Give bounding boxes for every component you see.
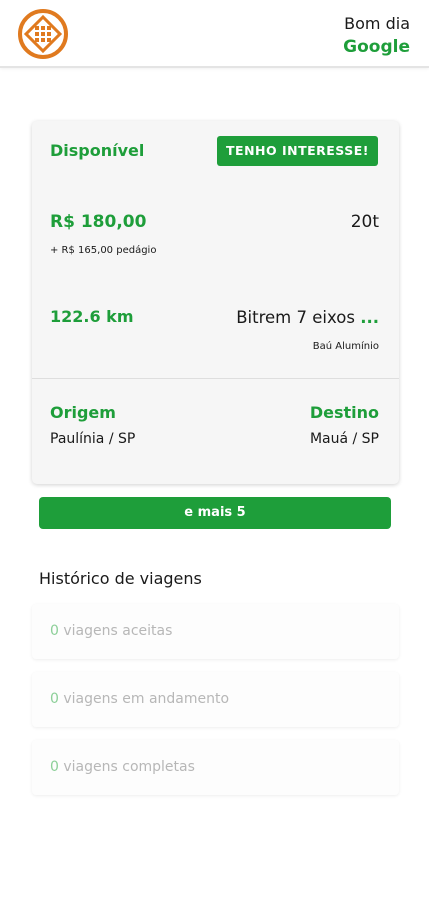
toll-amount: + R$ 165,00 pedágio — [50, 245, 157, 256]
app-header: Bom dia Google — [0, 0, 429, 68]
stat-accepted-trips[interactable]: 0 viagens aceitas — [32, 604, 399, 659]
availability-status: Disponível — [50, 141, 145, 160]
app-logo-icon[interactable] — [18, 9, 68, 59]
route-distance: 122.6 km — [50, 307, 134, 326]
destination-city: Mauá / SP — [309, 431, 379, 447]
interest-button[interactable]: TENHO INTERESSE! — [217, 136, 378, 166]
freight-offer-card[interactable]: Disponível TENHO INTERESSE! R$ 180,00 + … — [32, 121, 399, 484]
stat-ongoing-trips[interactable]: 0 viagens em andamento — [32, 672, 399, 727]
stat-label: viagens em andamento — [63, 691, 230, 707]
stat-count: 0 — [50, 691, 59, 707]
freight-price: R$ 180,00 — [50, 212, 147, 232]
origin-label: Origem — [50, 403, 116, 422]
vehicle-type-label: Bitrem 7 eixos — [236, 308, 355, 327]
destination-label: Destino — [309, 403, 379, 422]
stat-label: viagens aceitas — [63, 623, 173, 639]
stat-label: viagens completas — [63, 759, 195, 775]
vehicle-type: Bitrem 7 eixos ... — [236, 308, 379, 327]
greeting-text: Bom dia — [344, 14, 410, 33]
trip-history-title: Histórico de viagens — [39, 569, 202, 588]
stat-count: 0 — [50, 759, 59, 775]
origin-city: Paulínia / SP — [50, 431, 136, 447]
stat-completed-trips[interactable]: 0 viagens completas — [32, 740, 399, 795]
cargo-weight: 20t — [350, 212, 379, 232]
stat-count: 0 — [50, 623, 59, 639]
more-offers-button[interactable]: e mais 5 — [39, 497, 391, 529]
body-type: Baú Alumínio — [312, 341, 379, 352]
vehicle-more-ellipsis[interactable]: ... — [360, 308, 379, 327]
card-divider — [32, 378, 399, 379]
user-name[interactable]: Google — [343, 36, 410, 58]
user-greeting: Bom dia Google — [343, 14, 410, 58]
